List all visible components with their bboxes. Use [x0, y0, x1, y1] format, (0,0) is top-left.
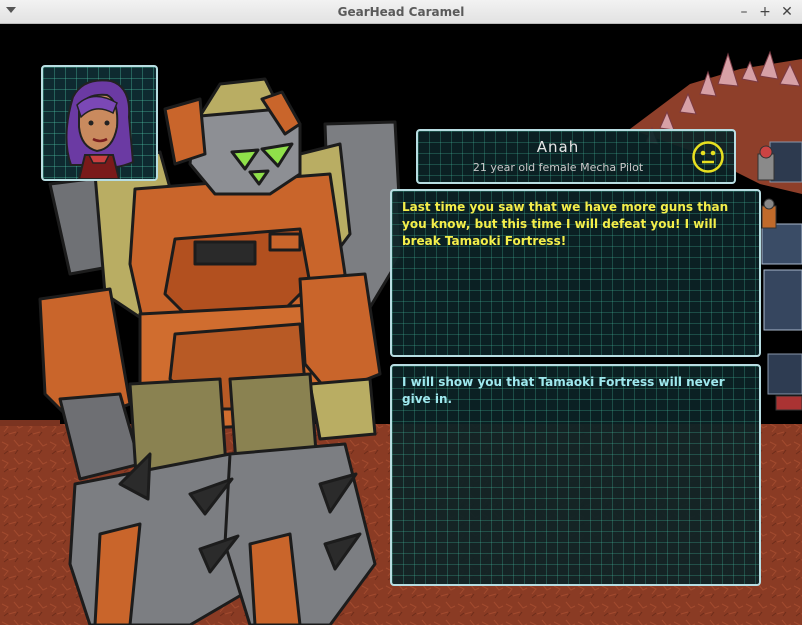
npc-dialogue-text: Last time you saw that we have more guns… — [402, 200, 729, 248]
game-window: GearHead Caramel – + ✕ Anah 21 year old … — [0, 0, 802, 625]
window-title: GearHead Caramel — [337, 5, 465, 19]
npc-description: 21 year old female Mecha Pilot — [472, 161, 644, 174]
reply-option-1[interactable]: I will show you that Tamaoki Fortress wi… — [402, 374, 749, 408]
npc-portrait — [65, 79, 135, 179]
npc-name: Anah — [536, 138, 580, 156]
npc-portrait-frame — [41, 65, 158, 181]
neutral-face-icon — [692, 141, 724, 173]
window-titlebar[interactable]: GearHead Caramel – + ✕ — [0, 0, 802, 24]
npc-dialogue-panel: Last time you saw that we have more guns… — [390, 189, 761, 357]
close-button[interactable]: ✕ — [778, 3, 796, 21]
maximize-button[interactable]: + — [756, 3, 774, 21]
npc-info-panel: Anah 21 year old female Mecha Pilot — [416, 129, 736, 184]
reply-options-panel: I will show you that Tamaoki Fortress wi… — [390, 364, 761, 586]
game-viewport: Anah 21 year old female Mecha Pilot Last… — [0, 24, 802, 625]
minimize-button[interactable]: – — [735, 3, 753, 21]
